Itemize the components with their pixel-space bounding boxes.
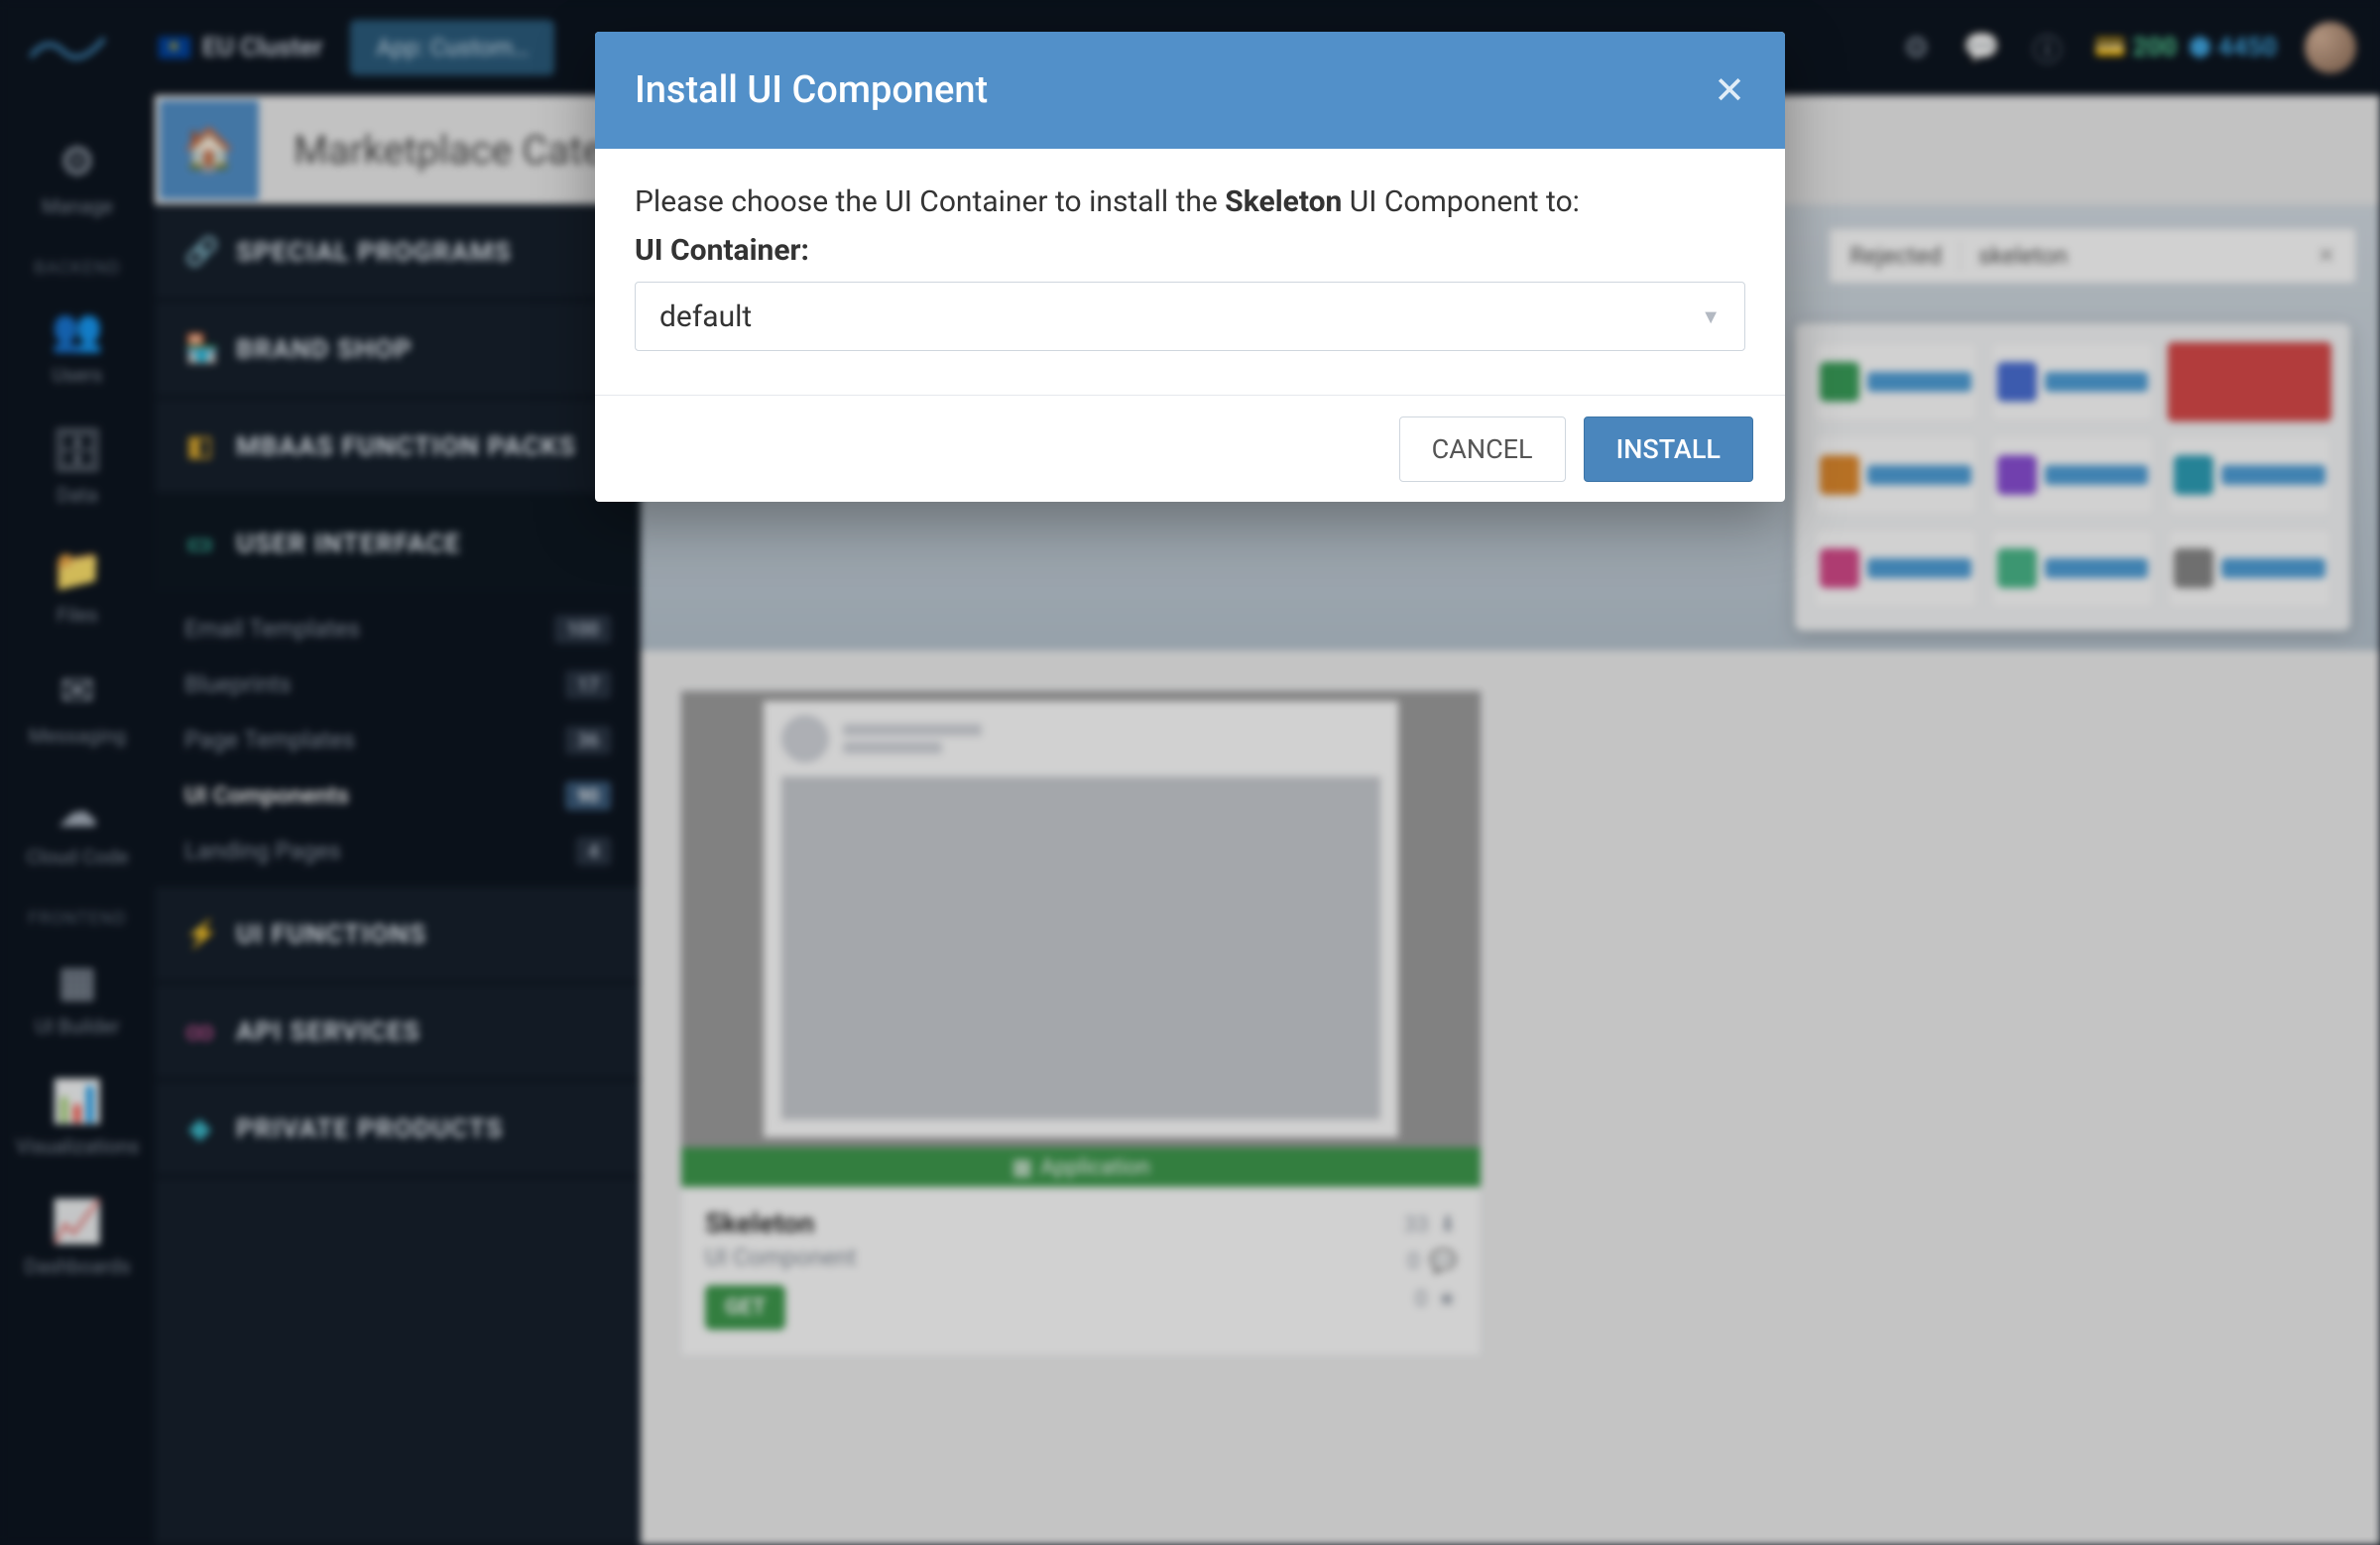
cancel-button[interactable]: CANCEL [1399, 416, 1566, 482]
modal-close-button[interactable]: ✕ [1714, 68, 1745, 113]
modal-title: Install UI Component [635, 68, 988, 112]
chevron-down-icon: ▼ [1701, 304, 1721, 329]
modal-lead: Please choose the UI Container to instal… [635, 184, 1745, 219]
install-modal: Install UI Component ✕ Please choose the… [595, 32, 1785, 502]
ui-container-select[interactable]: default ▼ [635, 282, 1745, 351]
install-button[interactable]: INSTALL [1584, 416, 1753, 482]
select-value: default [659, 299, 752, 334]
ui-container-label: UI Container: [635, 233, 1745, 268]
